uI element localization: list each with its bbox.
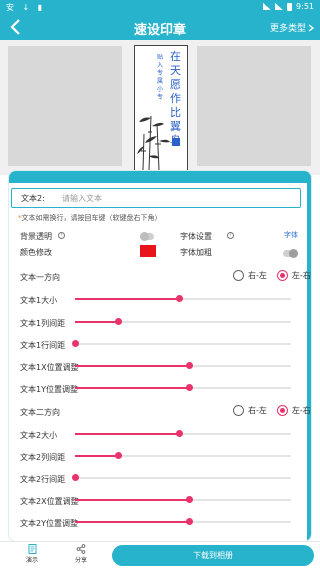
text2-y-label: 文本2Y位置调整: [20, 519, 78, 528]
text1-y-slider[interactable]: [75, 384, 291, 391]
text2-size-slider[interactable]: [75, 430, 291, 437]
text1-right-left-label: 右-左: [248, 271, 267, 280]
font-bold-label: 字体加粗: [180, 248, 212, 257]
slider-fill: [75, 365, 190, 367]
text1-x-slider[interactable]: [75, 362, 291, 369]
stamp-preview[interactable]: 在天愿作比翼鸟 贴入专属小专: [134, 45, 188, 171]
slider-thumb[interactable]: [175, 295, 183, 302]
settings-panel: [8, 170, 312, 542]
text2-x-slider[interactable]: [75, 496, 291, 503]
stamp-sub-text: 贴入专属小专: [157, 54, 164, 101]
hint-text: 文本如需换行，请按回车键（软键盘右下角）: [21, 214, 162, 222]
text2-direction-options: 右-左 左-右: [233, 405, 311, 416]
text1-direction-label: 文本一方向: [20, 273, 60, 282]
text2-col-spacing-label: 文本2列间距: [20, 453, 66, 462]
text2-y-slider[interactable]: [75, 518, 291, 525]
share-button[interactable]: 分享: [66, 544, 96, 564]
panel-scrollbar[interactable]: [307, 183, 311, 541]
text1-right-left-radio[interactable]: [233, 270, 244, 281]
text1-y-label: 文本1Y位置调整: [20, 385, 78, 394]
slider-fill: [75, 298, 179, 300]
text1-row-spacing-slider[interactable]: [72, 340, 291, 347]
stamp-seal-mark: [172, 138, 180, 146]
text1-left-right-radio[interactable]: [276, 270, 288, 281]
preview-left-placeholder: [8, 46, 122, 166]
app-bar: 速设印章 更多类型: [0, 14, 320, 40]
slider-fill: [75, 321, 119, 323]
bg-transparent-toggle[interactable]: [140, 232, 154, 241]
slider-fill: [75, 499, 190, 501]
color-swatch[interactable]: [140, 245, 156, 257]
text2-direction-label: 文本二方向: [20, 408, 60, 417]
text1-left-right-label: 左-右: [291, 271, 311, 280]
font-link[interactable]: 字体: [284, 230, 298, 240]
bottom-bar: 演示 分享 下载到相册: [0, 541, 320, 568]
text2-row-spacing-slider[interactable]: [72, 474, 291, 481]
back-button[interactable]: [8, 17, 24, 37]
wifi-icon: [263, 3, 272, 10]
slider-fill: [75, 433, 179, 435]
text1-x-label: 文本1X位置调整: [20, 363, 79, 372]
text2-x-label: 文本2X位置调整: [20, 497, 79, 506]
demo-label: 演示: [25, 557, 38, 564]
color-edit-label: 颜色修改: [20, 248, 52, 257]
text1-row-spacing-label: 文本1行间距: [20, 341, 66, 350]
bg-help-icon[interactable]: ?: [58, 232, 65, 239]
status-bar: 安 ↓ ▮ 9:51: [0, 0, 320, 14]
text1-direction-options: 右-左 左-右: [233, 270, 311, 281]
text1-col-spacing-slider[interactable]: [75, 318, 291, 325]
stamp-preview-area: 在天愿作比翼鸟 贴入专属小专: [0, 40, 320, 175]
download-to-album-button[interactable]: 下载到相册: [112, 545, 314, 566]
more-types-button[interactable]: 更多类型: [270, 21, 314, 34]
font-settings-label: 字体设置: [180, 232, 212, 241]
text2-right-left-radio[interactable]: [233, 405, 244, 416]
status-time: 9:51: [296, 2, 314, 11]
text1-size-slider[interactable]: [75, 295, 291, 302]
more-types-label: 更多类型: [269, 24, 306, 34]
stamp-main-text: 在天愿作比翼鸟: [170, 50, 181, 147]
font-bold-toggle[interactable]: [283, 249, 298, 258]
slider-fill: [75, 455, 119, 457]
text2-left-right-label: 左-右: [291, 406, 311, 415]
slider-thumb[interactable]: [72, 474, 79, 481]
bg-transparent-label: 背景透明: [20, 232, 52, 241]
text1-col-spacing-label: 文本1列间距: [20, 319, 66, 328]
font-help-icon[interactable]: ?: [227, 232, 234, 239]
share-label: 分享: [74, 557, 87, 564]
text2-input[interactable]: [62, 191, 292, 205]
text2-col-spacing-slider[interactable]: [75, 452, 291, 459]
status-icons: 安 ↓ ▮: [6, 3, 46, 12]
slider-thumb[interactable]: [72, 340, 79, 347]
preview-right-placeholder: [197, 46, 311, 166]
text1-size-label: 文本1大小: [20, 296, 58, 305]
share-icon: [76, 544, 86, 554]
newline-hint: *文本如需换行，请按回车键（软键盘右下角）: [18, 213, 162, 223]
text2-right-left-label: 右-左: [248, 406, 267, 415]
battery-icon: [287, 2, 293, 11]
back-arrow-icon: [10, 19, 20, 35]
text2-left-right-radio[interactable]: [276, 405, 288, 416]
text2-input-row: 文本2:: [11, 188, 301, 208]
status-right: 9:51: [263, 2, 314, 11]
chevron-right-icon: [308, 23, 314, 32]
demo-button[interactable]: 演示: [17, 544, 47, 564]
slider-thumb[interactable]: [175, 430, 183, 437]
signal-icon: [275, 3, 284, 10]
slider-fill: [75, 387, 190, 389]
slider-fill: [75, 521, 190, 523]
panel-header-strip: [9, 171, 311, 183]
document-icon: [28, 544, 36, 554]
text2-row-spacing-label: 文本2行间距: [20, 475, 66, 484]
text2-size-label: 文本2大小: [20, 431, 58, 440]
text2-label: 文本2:: [21, 194, 45, 203]
